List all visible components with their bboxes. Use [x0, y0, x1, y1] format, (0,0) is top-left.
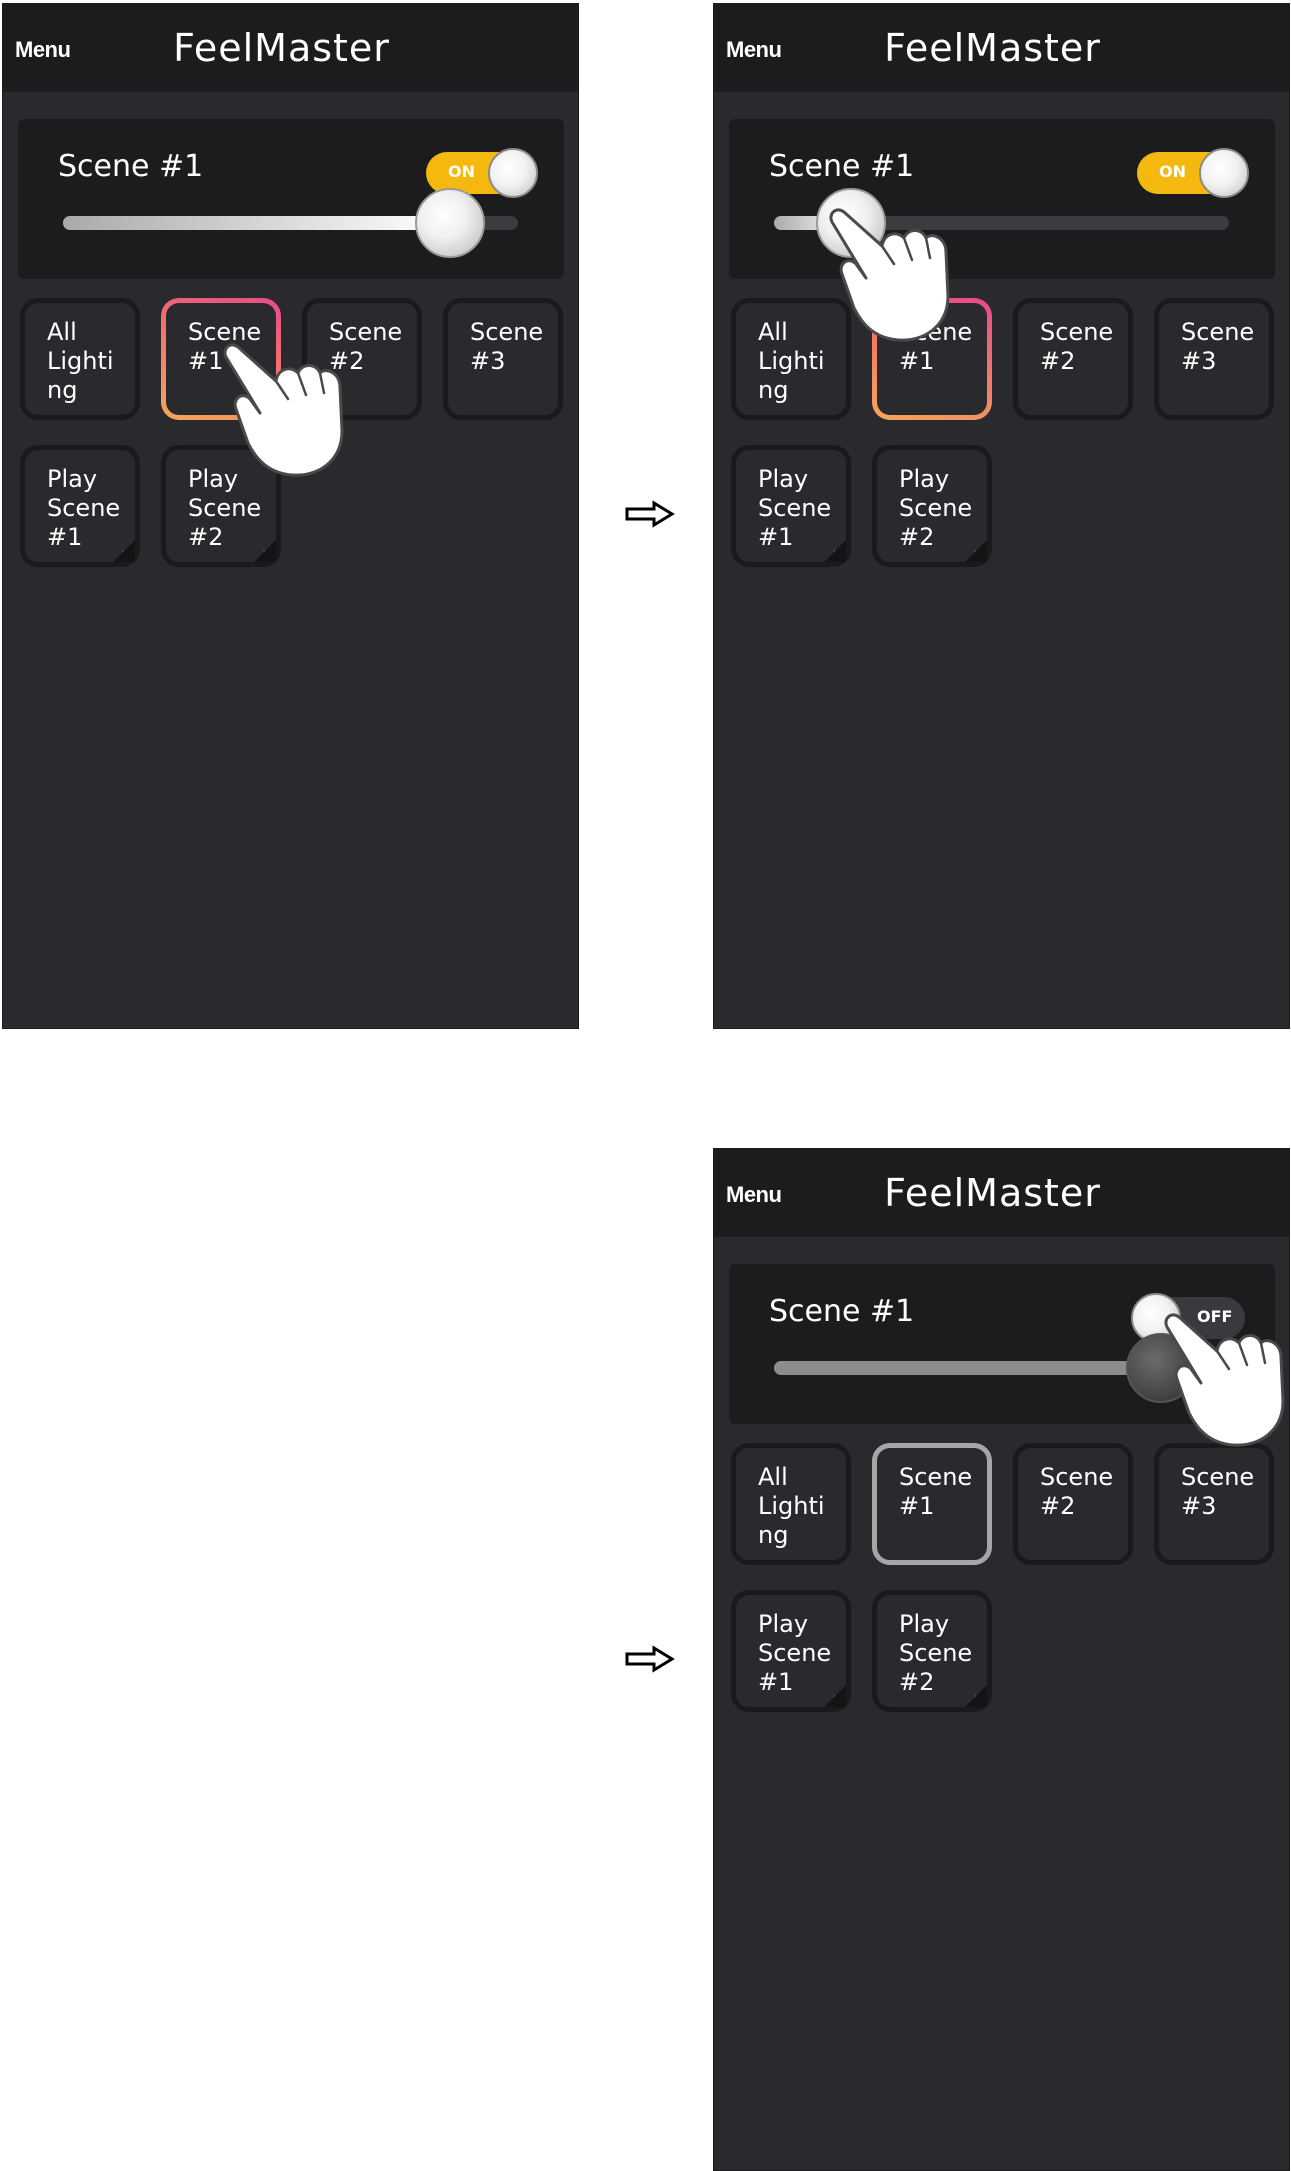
tile-label-line: #3 [1181, 1492, 1217, 1520]
toggle-state-label: ON [1159, 162, 1186, 181]
next-step-arrow-icon [625, 500, 675, 528]
tile-label-line: Lighti [47, 347, 114, 375]
tile-label-line: #3 [1181, 347, 1217, 375]
tile-label-line: #2 [899, 523, 935, 551]
toggle-state-label: ON [448, 162, 475, 181]
toggle-knob [1199, 148, 1249, 198]
tile-label-line: Scene [899, 1639, 973, 1667]
tile-label-line: Scene [1181, 1463, 1255, 1491]
tile-label-line: Scene [899, 494, 973, 522]
tile-label-line: #1 [758, 523, 794, 551]
play-scene-2-tile[interactable]: Play Scene #2 ▶ [872, 445, 992, 567]
play-scene-1-tile[interactable]: Play Scene #1 ▶ [731, 445, 851, 567]
all-lighting-tile[interactable]: All Lighti ng [20, 298, 140, 420]
tile-label-line: #3 [470, 347, 506, 375]
scene-1-tile[interactable]: Scene #1 [872, 1443, 992, 1565]
dimmer-slider[interactable] [63, 188, 518, 258]
tile-label-line: Scene [1040, 1463, 1114, 1491]
tile-label-line: #1 [899, 347, 935, 375]
tile-label-line: ng [758, 376, 789, 404]
scene-3-tile[interactable]: Scene #3 [1154, 1443, 1274, 1565]
tile-label-line: #1 [758, 1668, 794, 1696]
dimmer-slider-knob[interactable] [414, 188, 485, 258]
pointing-hand-icon [1164, 1313, 1285, 1447]
tile-label-line: #2 [1040, 1492, 1076, 1520]
tile-label-line: Play [899, 465, 950, 493]
scene-name: Scene #1 [769, 1294, 915, 1329]
tile-label-line: Scene [188, 494, 262, 522]
scene-3-tile[interactable]: Scene #3 [443, 298, 563, 420]
tile-label-line: Play [758, 1610, 809, 1638]
play-scene-1-tile[interactable]: Play Scene #1 ▶ [731, 1590, 851, 1712]
app-title: FeelMaster [173, 26, 390, 70]
tile-label-line: Lighti [758, 347, 825, 375]
tile-label-line: Scene [899, 1463, 973, 1491]
tile-label-line: Scene [1181, 318, 1255, 346]
top-bar: Menu FeelMaster [714, 1149, 1289, 1237]
scene-name: Scene #1 [769, 149, 915, 184]
dimmer-slider-fill [774, 1361, 1161, 1375]
tile-label-line: Scene [1040, 318, 1114, 346]
tile-label-line: Play [899, 1610, 950, 1638]
scene-3-tile[interactable]: Scene #3 [1154, 298, 1274, 420]
scene-control-panel: Scene #1 ON [729, 119, 1275, 279]
scene-name: Scene #1 [58, 149, 204, 184]
play-icon: ▶ [122, 547, 131, 560]
tile-label-line: #2 [188, 523, 224, 551]
tile-label-line: Play [47, 465, 98, 493]
scene-control-panel: Scene #1 ON [18, 119, 564, 279]
tile-label-line: All [47, 318, 77, 346]
tile-label-line: All [758, 1463, 788, 1491]
play-scene-2-tile[interactable]: Play Scene #2 ▶ [872, 1590, 992, 1712]
app-title: FeelMaster [884, 1171, 1101, 1215]
scene-2-tile[interactable]: Scene #2 [1013, 298, 1133, 420]
tile-label-line: #1 [47, 523, 83, 551]
play-icon: ▶ [263, 547, 272, 560]
app-screen-step-1: Menu FeelMaster Scene #1 ON All Lighti n… [2, 3, 579, 1029]
play-scene-1-tile[interactable]: Play Scene #1 ▶ [20, 445, 140, 567]
tile-label-line: Scene [758, 494, 832, 522]
tile-label-line: Scene [47, 494, 121, 522]
app-screen-step-2: Menu FeelMaster Scene #1 ON All Lighti n… [713, 3, 1290, 1029]
tile-label-line: Scene [758, 1639, 832, 1667]
top-bar: Menu FeelMaster [714, 4, 1289, 92]
play-icon: ▶ [974, 547, 983, 560]
power-toggle[interactable]: ON [1137, 148, 1249, 198]
tile-label-line: Scene [470, 318, 544, 346]
play-icon: ▶ [974, 1692, 983, 1705]
dimmer-slider-fill [63, 216, 450, 230]
tile-label-line: Lighti [758, 1492, 825, 1520]
tile-label-line: #2 [899, 1668, 935, 1696]
top-bar: Menu FeelMaster [3, 4, 578, 92]
all-lighting-tile[interactable]: All Lighti ng [731, 1443, 851, 1565]
pointing-hand-icon [223, 343, 344, 477]
play-icon: ▶ [833, 1692, 842, 1705]
tile-label-line: ng [758, 1521, 789, 1549]
app-title: FeelMaster [884, 26, 1101, 70]
app-screen-step-3: Menu FeelMaster Scene #1 OFF All Lighti … [713, 1148, 1290, 2171]
tile-label-line: ng [47, 376, 78, 404]
toggle-knob [488, 148, 538, 198]
pointing-hand-icon [829, 208, 950, 342]
play-icon: ▶ [833, 547, 842, 560]
scene-2-tile[interactable]: Scene #2 [1013, 1443, 1133, 1565]
tile-label-line: Play [758, 465, 809, 493]
next-step-arrow-icon [625, 1645, 675, 1673]
tile-label-line: #1 [899, 1492, 935, 1520]
tile-label-line: #2 [1040, 347, 1076, 375]
